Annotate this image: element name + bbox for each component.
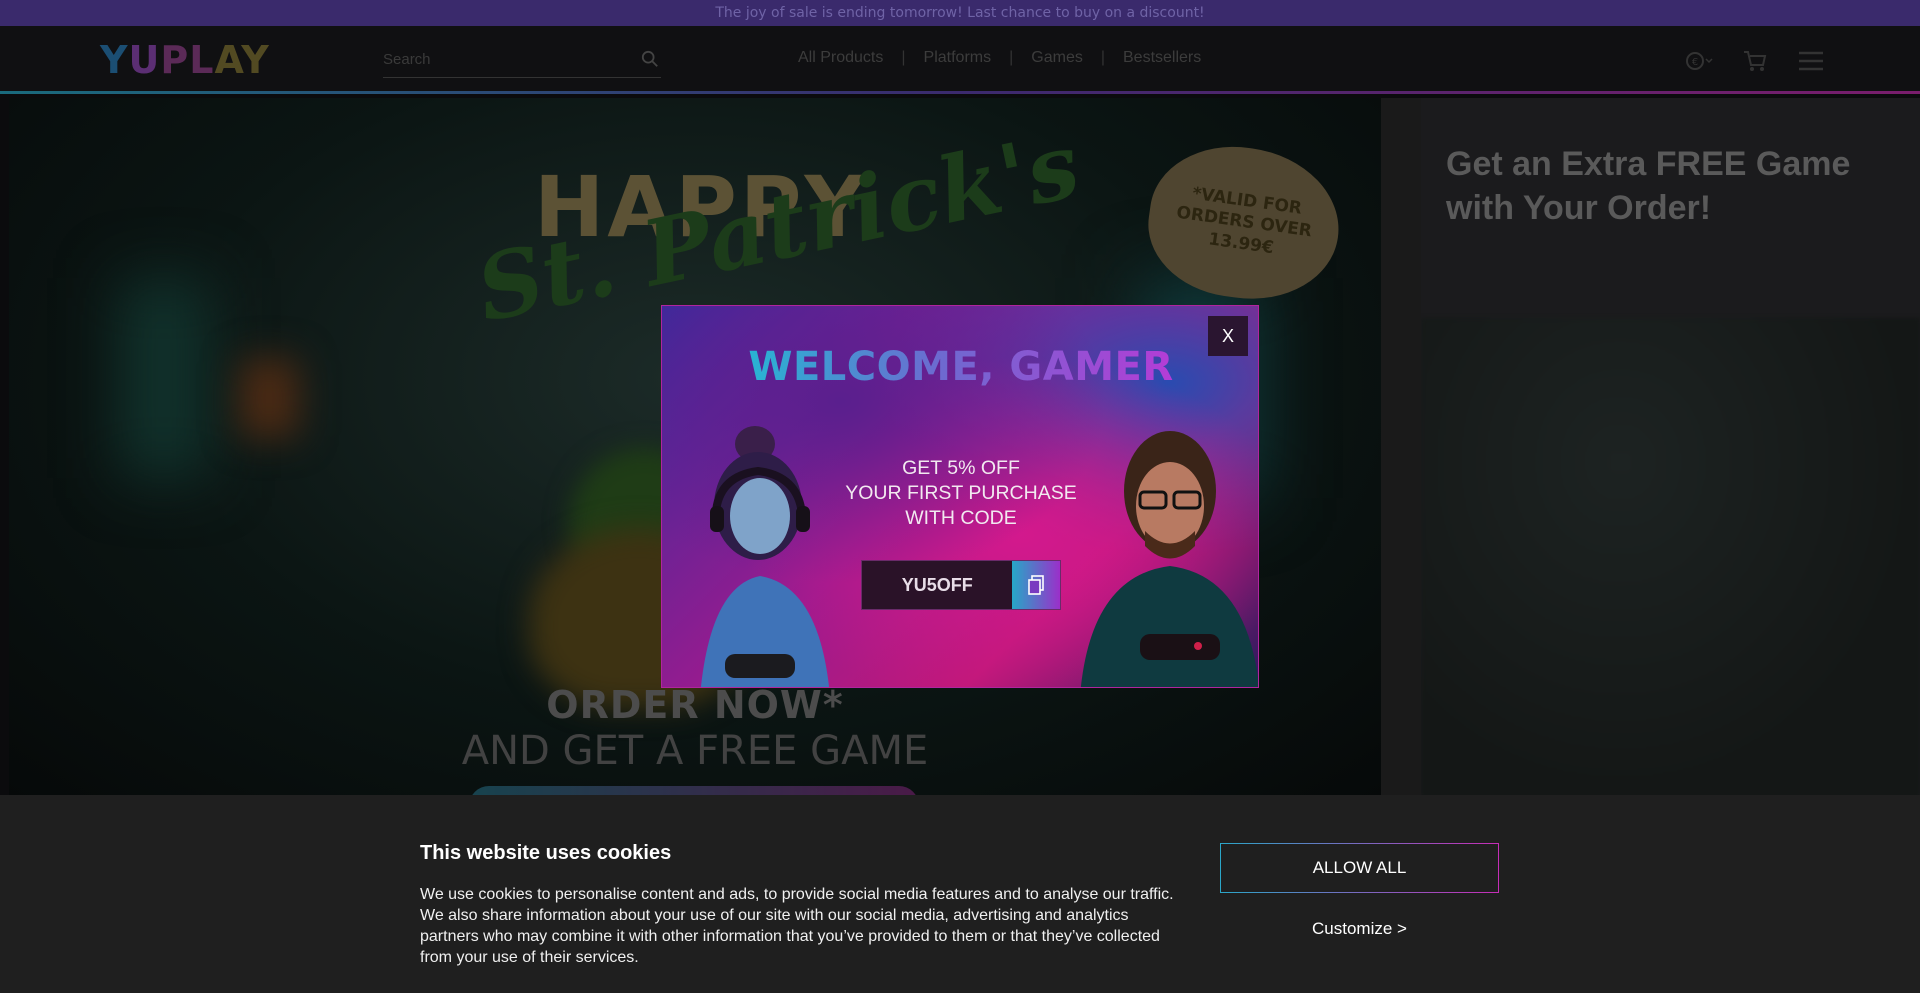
- header-icons: €: [1685, 48, 1825, 74]
- copy-code-button[interactable]: [1012, 561, 1060, 609]
- modal-promo-text: GET 5% OFF YOUR FIRST PURCHASE WITH CODE: [662, 456, 1258, 531]
- promo-code[interactable]: YU5OFF: [862, 561, 1013, 609]
- copy-icon: [1028, 575, 1045, 595]
- main-nav: All Products | Platforms | Games | Bests…: [780, 49, 1219, 67]
- search-input[interactable]: [383, 44, 623, 74]
- customize-link[interactable]: Customize >: [1220, 919, 1499, 939]
- welcome-modal: X WELCOME, GAMER GET 5% OFF YOUR FIRST P…: [661, 305, 1259, 688]
- search-icon[interactable]: [641, 50, 659, 68]
- promo-line: WITH CODE: [905, 507, 1017, 529]
- carousel-divider: [1381, 98, 1421, 798]
- nav-platforms[interactable]: Platforms: [906, 49, 1010, 67]
- search-bar: [383, 44, 661, 78]
- currency-icon[interactable]: €: [1685, 48, 1713, 74]
- nav-all-products[interactable]: All Products: [780, 49, 901, 67]
- logo-letters-ay: AY: [214, 38, 270, 82]
- allow-all-button[interactable]: ALLOW ALL: [1220, 843, 1499, 893]
- announcement-text: The joy of sale is ending tomorrow! Last…: [715, 5, 1205, 21]
- nav-bestsellers[interactable]: Bestsellers: [1105, 49, 1219, 67]
- promo-line: YOUR FIRST PURCHASE: [845, 482, 1077, 504]
- promo-panel[interactable]: Get an Extra FREE Game with Your Order!: [1421, 98, 1920, 798]
- hero-free-game: AND GET A FREE GAME: [461, 728, 929, 774]
- logo-letter-y: Y: [100, 38, 129, 82]
- cookie-banner: This website uses cookies We use cookies…: [0, 795, 1920, 993]
- hero-bg-light: [119, 278, 209, 478]
- svg-text:€: €: [1692, 57, 1698, 68]
- logo-letter-u: U: [128, 38, 161, 82]
- logo-letters-pl: PL: [160, 38, 215, 82]
- nav-games[interactable]: Games: [1013, 49, 1101, 67]
- promo-panel-title: Get an Extra FREE Game with Your Order!: [1446, 145, 1851, 228]
- modal-title: WELCOME, GAMER: [748, 344, 1174, 390]
- logo[interactable]: YUPLAY: [100, 38, 270, 82]
- cookie-title: This website uses cookies: [420, 842, 672, 864]
- promo-code-box: YU5OFF: [861, 560, 1061, 610]
- announcement-bar[interactable]: The joy of sale is ending tomorrow! Last…: [0, 0, 1920, 26]
- hero-order-now: ORDER NOW*: [546, 683, 844, 727]
- cookie-body: We use cookies to personalise content an…: [420, 886, 1174, 966]
- page: The joy of sale is ending tomorrow! Last…: [0, 0, 1920, 993]
- promo-panel-image: [1421, 318, 1920, 798]
- hero-bg-light: [239, 358, 299, 438]
- site-header: YUPLAY All Products | Platforms | Games …: [0, 26, 1920, 94]
- menu-icon[interactable]: [1797, 48, 1825, 74]
- cart-icon[interactable]: [1741, 48, 1769, 74]
- promo-line: GET 5% OFF: [902, 457, 1020, 479]
- gamer-guy-illustration: [1080, 431, 1258, 687]
